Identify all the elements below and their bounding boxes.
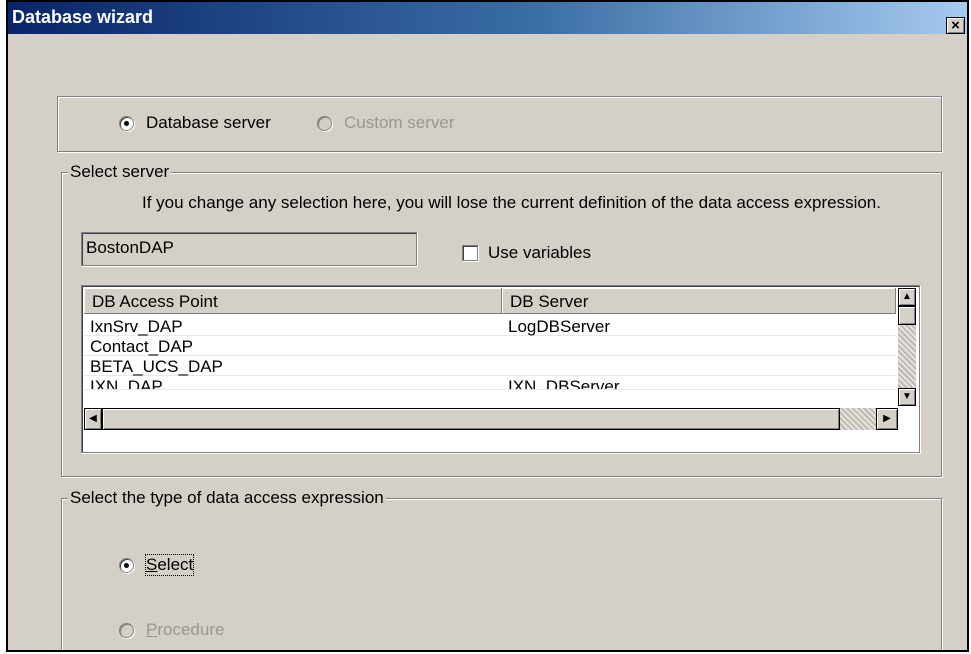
select-server-legend: Select server: [68, 162, 172, 182]
procedure-label: Procedure: [146, 620, 224, 640]
server-type-group: Database server Custom server: [57, 96, 942, 152]
column-header-db-server[interactable]: DB Server: [502, 288, 896, 314]
scroll-left-arrow-icon[interactable]: ◀: [84, 408, 102, 430]
use-variables-label: Use variables: [488, 243, 591, 262]
expression-type-legend: Select the type of data access expressio…: [68, 488, 386, 508]
window-title: Database wizard: [12, 7, 154, 27]
custom-server-radio-dot: [317, 115, 332, 131]
db-server-cell: LogDBServer: [508, 317, 611, 336]
db-server-cell: IXN_DBServer: [508, 377, 620, 390]
select-label-rest: elect: [157, 555, 194, 574]
close-button[interactable]: ×: [946, 17, 965, 34]
access-point-cell: IxnSrv_DAP: [90, 317, 183, 336]
access-point-cell: BETA_UCS_DAP: [90, 357, 223, 376]
database-server-radio-dot[interactable]: [119, 115, 134, 131]
select-radio-dot[interactable]: [119, 557, 134, 573]
procedure-radio: Procedure: [119, 620, 224, 640]
select-server-group: Select server If you change any selectio…: [61, 162, 942, 477]
use-variables-box[interactable]: [462, 245, 478, 261]
scroll-down-arrow-icon[interactable]: ▼: [898, 388, 916, 406]
column-header-label: DB Access Point: [92, 292, 218, 311]
select-accelerator: S: [146, 555, 158, 574]
procedure-label-rest: rocedure: [157, 620, 225, 639]
table-row[interactable]: IXN_DAP IXN_DBServer: [84, 376, 896, 390]
table-row[interactable]: Contact_DAP: [84, 336, 896, 356]
procedure-radio-dot: [119, 622, 134, 638]
access-point-cell: IXN_DAP: [90, 377, 163, 390]
scroll-up-arrow-icon[interactable]: ▲: [898, 288, 916, 306]
table-row[interactable]: IxnSrv_DAP LogDBServer: [84, 316, 896, 336]
expression-type-group: Select the type of data access expressio…: [61, 488, 942, 650]
db-access-point-table[interactable]: DB Access Point DB Server IxnSrv_DAP Log…: [81, 285, 920, 453]
database-server-radio[interactable]: Database server: [119, 113, 271, 133]
table-row[interactable]: BETA_UCS_DAP: [84, 356, 896, 376]
procedure-accelerator: P: [146, 620, 158, 639]
title-bar[interactable]: Database wizard: [8, 2, 967, 34]
vertical-scroll-thumb[interactable]: [898, 306, 916, 325]
custom-server-label: Custom server: [344, 113, 455, 132]
custom-server-radio: Custom server: [317, 113, 455, 133]
select-label: Select: [144, 554, 195, 576]
column-header-label: DB Server: [510, 292, 589, 311]
server-warning-text: If you change any selection here, you wi…: [142, 193, 881, 212]
server-name-field[interactable]: BostonDAP: [81, 232, 417, 266]
use-variables-checkbox[interactable]: Use variables: [462, 243, 591, 263]
database-server-label: Database server: [146, 113, 271, 132]
scroll-right-arrow-icon[interactable]: ▶: [876, 408, 898, 430]
database-wizard-window: Database wizard × Database server Custom…: [6, 0, 969, 652]
select-radio[interactable]: Select: [119, 554, 195, 576]
horizontal-scroll-thumb[interactable]: [102, 408, 840, 430]
access-point-cell: Contact_DAP: [90, 337, 193, 356]
column-header-db-access-point[interactable]: DB Access Point: [84, 288, 502, 314]
